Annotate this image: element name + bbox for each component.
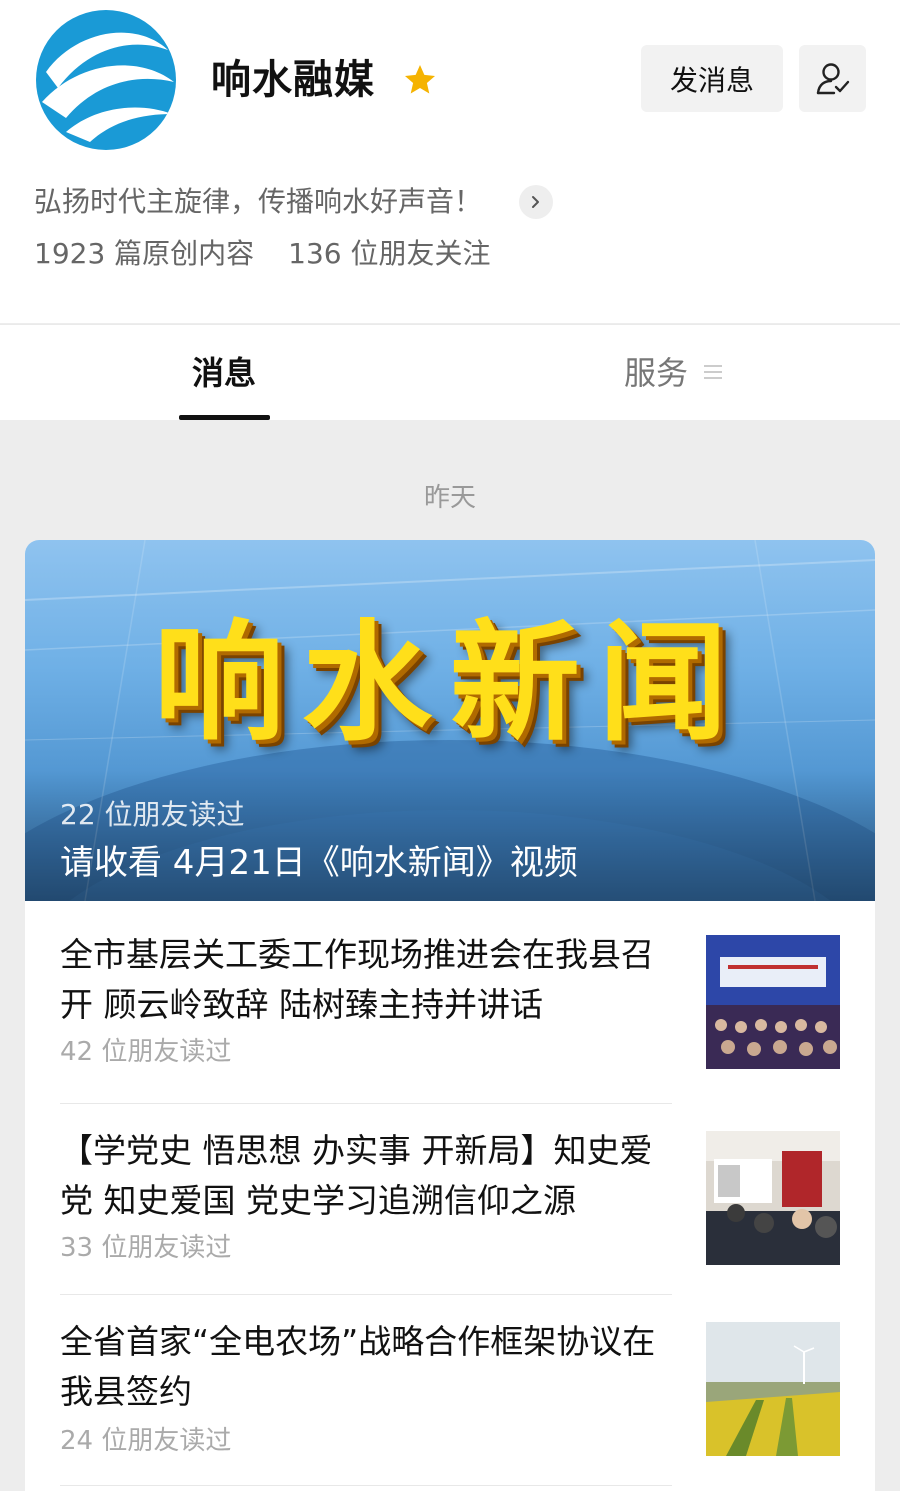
list-item[interactable]: 【学党史 悟思想 办实事 开新局】知史爱党 知史爱国 党史学习追溯信仰之源 33… [60, 1126, 840, 1276]
featured-article[interactable]: 响水新闻 22 位朋友读过 请收看 4月21日《响水新闻》视频 [25, 540, 875, 901]
divider [60, 1485, 672, 1486]
account-slogan: 弘扬时代主旋律，传播响水好声音！ [34, 185, 483, 218]
account-logo[interactable] [36, 10, 176, 150]
article-read-count: 24 位朋友读过 [60, 1426, 232, 1456]
cover-title: 响水新闻 [153, 607, 746, 759]
article-thumbnail [706, 1131, 840, 1265]
tab-bar: 消息 服务 [0, 324, 900, 420]
active-tab-indicator [179, 415, 270, 420]
original-count: 1923 篇原创内容 [34, 237, 255, 270]
divider [60, 1103, 672, 1104]
follower-count: 136 位朋友关注 [288, 237, 491, 270]
message-card: 响水新闻 22 位朋友读过 请收看 4月21日《响水新闻》视频 全市基层关工委工… [25, 540, 875, 1491]
divider [60, 1294, 672, 1295]
featured-read-count: 22 位朋友读过 [60, 798, 245, 831]
date-separator: 昨天 [423, 483, 476, 513]
account-stats: 1923 篇原创内容 136 位朋友关注 [34, 234, 491, 274]
more-info-button[interactable] [519, 185, 553, 219]
featured-caption: 请收看 4月21日《响水新闻》视频 [60, 843, 578, 883]
article-thumbnail [706, 935, 840, 1069]
article-title: 全市基层关工委工作现场推进会在我县召开 顾云岭致辞 陆树臻主持并讲话 [60, 935, 654, 1024]
article-read-count: 33 位朋友读过 [60, 1233, 232, 1263]
list-item[interactable]: 全省首家“全电农场”战略合作框架协议在我县签约 24 位朋友读过 [60, 1317, 840, 1467]
account-name: 响水融媒 [211, 57, 375, 103]
tab-services[interactable]: 服务 [624, 351, 688, 395]
tab-messages[interactable]: 消息 [192, 351, 256, 395]
menu-icon[interactable] [703, 362, 723, 382]
chevron-right-icon [532, 196, 539, 208]
article-title: 【学党史 悟思想 办实事 开新局】知史爱党 知史爱国 党史学习追溯信仰之源 [60, 1131, 653, 1220]
list-item[interactable]: 全市基层关工委工作现场推进会在我县召开 顾云岭致辞 陆树臻主持并讲话 42 位朋… [60, 930, 840, 1080]
send-message-button[interactable]: 发消息 [641, 45, 783, 112]
account-header: 响水融媒 发消息 弘扬时代主旋律，传播响水好声音！ 1923 篇原创内容 136 … [0, 0, 900, 323]
profile-button[interactable] [799, 45, 866, 112]
star-icon [405, 65, 435, 94]
article-title: 全省首家“全电农场”战略合作框架协议在我县签约 [60, 1322, 656, 1411]
article-read-count: 42 位朋友读过 [60, 1037, 232, 1067]
article-thumbnail [706, 1322, 840, 1456]
user-check-icon [816, 62, 849, 94]
